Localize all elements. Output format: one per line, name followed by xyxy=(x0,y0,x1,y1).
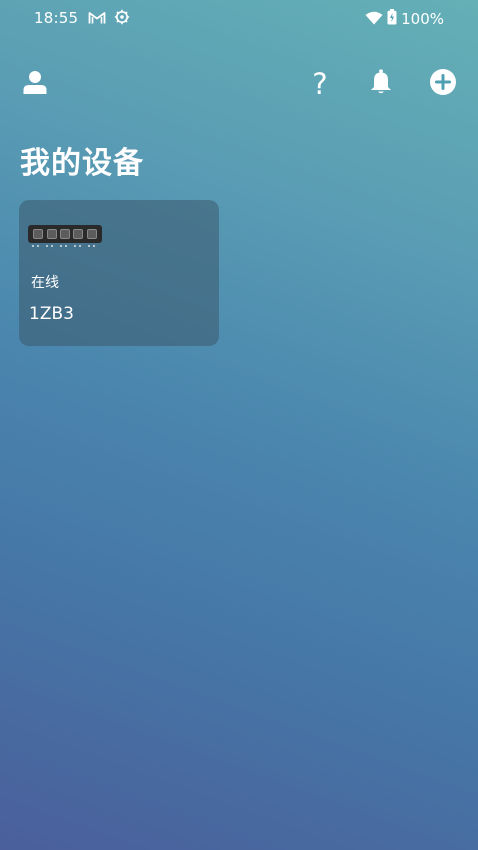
settings-sync-icon xyxy=(114,9,130,29)
device-card[interactable]: 在线 1ZB3 xyxy=(19,200,219,346)
breaker-panel-icon xyxy=(28,225,102,243)
add-circle-icon xyxy=(429,68,457,100)
help-icon: ? xyxy=(312,66,328,101)
help-button[interactable]: ? xyxy=(300,64,340,104)
device-image-label xyxy=(32,245,95,250)
device-name: 1ZB3 xyxy=(29,304,74,324)
page-title: 我的设备 xyxy=(20,146,144,181)
user-icon xyxy=(22,69,48,99)
gmail-icon xyxy=(88,10,106,29)
notification-bell-icon xyxy=(369,69,393,99)
app-toolbar: ? xyxy=(0,64,478,104)
wifi-icon xyxy=(365,10,383,29)
add-device-button[interactable] xyxy=(423,64,463,104)
user-button[interactable] xyxy=(15,64,55,104)
battery-level: 100% xyxy=(401,10,444,28)
status-time: 18:55 xyxy=(34,9,79,27)
device-status: 在线 xyxy=(31,275,59,291)
notification-button[interactable] xyxy=(361,64,401,104)
status-bar: 18:55 100% xyxy=(0,0,478,38)
battery-icon xyxy=(387,9,397,29)
